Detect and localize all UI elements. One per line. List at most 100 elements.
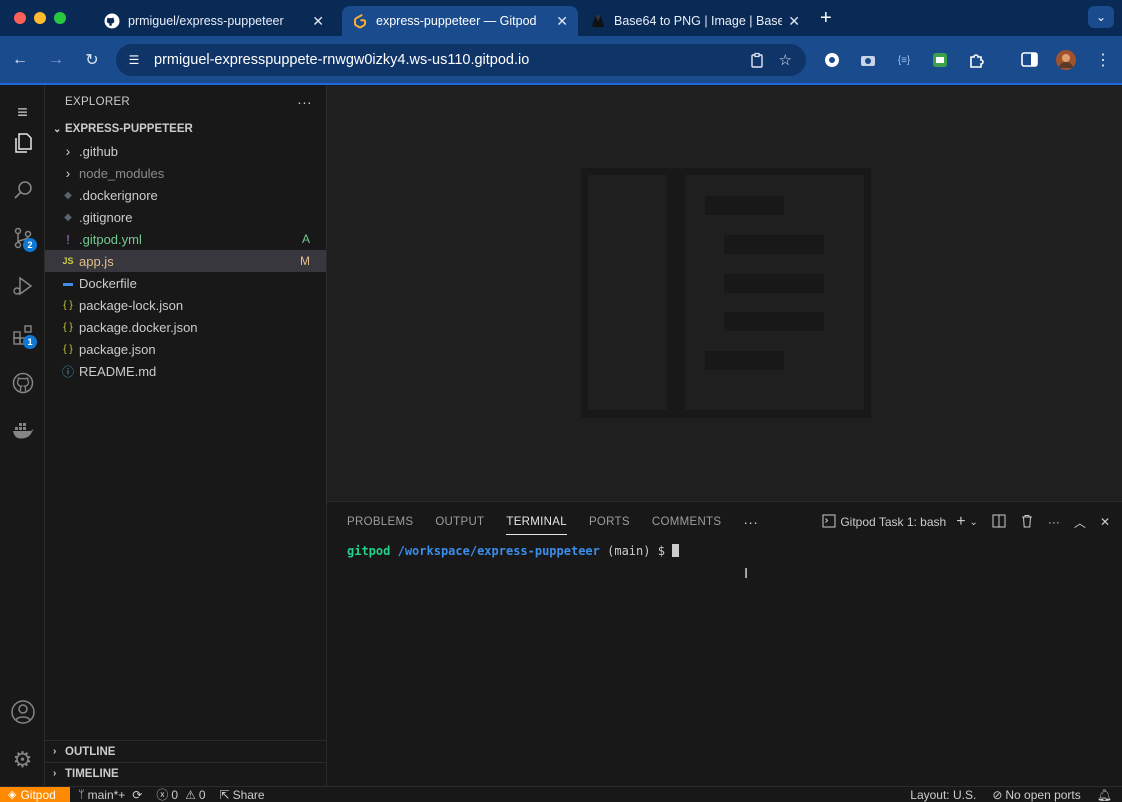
- forward-icon[interactable]: →: [38, 51, 74, 69]
- explorer-files-icon[interactable]: [0, 123, 45, 163]
- trash-icon[interactable]: [1020, 514, 1034, 531]
- share-status[interactable]: ⇱ Share: [220, 788, 265, 802]
- back-icon[interactable]: ←: [2, 51, 38, 69]
- split-terminal-icon[interactable]: [992, 514, 1006, 531]
- extension-icon[interactable]: [822, 50, 842, 70]
- maximize-window-button[interactable]: [54, 12, 66, 24]
- chevron-right-icon: ›: [53, 768, 57, 779]
- tab-output[interactable]: OUTPUT: [435, 502, 484, 542]
- file-row[interactable]: › node_modules: [45, 162, 326, 184]
- close-tab-icon[interactable]: ✕: [312, 13, 324, 30]
- workspace-folder[interactable]: ⌄ EXPRESS-PUPPETEER: [45, 118, 326, 140]
- editor-area[interactable]: [327, 85, 1122, 501]
- run-debug-icon[interactable]: [0, 266, 45, 306]
- tab-label: Base64 to PNG | Image | Base: [614, 14, 783, 28]
- browser-menu-icon[interactable]: ⋮: [1093, 50, 1113, 70]
- clipboard-icon[interactable]: [749, 52, 765, 68]
- chevron-right-icon: ›: [65, 143, 71, 159]
- tab-comments[interactable]: COMMENTS: [652, 502, 721, 542]
- explorer-title: EXPLORER: [65, 95, 131, 108]
- remote-indicator[interactable]: ◈ Gitpod: [0, 786, 70, 802]
- tab-problems[interactable]: PROBLEMS: [347, 502, 413, 542]
- browser-tab-base64[interactable]: Base64 to PNG | Image | Base ✕: [580, 6, 810, 36]
- address-bar[interactable]: ☰ prmiguel-expresspuppete-rnwgw0izky4.ws…: [116, 44, 806, 76]
- more-tabs-icon[interactable]: ···: [743, 502, 758, 542]
- new-terminal-icon[interactable]: +: [956, 513, 965, 531]
- git-branch-icon: ᛘ: [78, 788, 85, 801]
- close-tab-icon[interactable]: ✕: [788, 13, 800, 30]
- file-row[interactable]: ◆ .gitignore: [45, 206, 326, 228]
- file-row[interactable]: ⓘ README.md: [45, 360, 326, 382]
- file-row[interactable]: { } package.docker.json: [45, 316, 326, 338]
- github-icon: [104, 13, 120, 29]
- file-row[interactable]: { } package.json: [45, 338, 326, 360]
- warning-count: 0: [198, 787, 206, 802]
- file-row[interactable]: { } package-lock.json: [45, 294, 326, 316]
- tab-label: express-puppeteer — Gitpod: [376, 14, 537, 28]
- chevron-right-icon: ›: [53, 746, 57, 757]
- file-row[interactable]: ! .gitpod.yml A: [45, 228, 326, 250]
- close-tab-icon[interactable]: ✕: [556, 13, 568, 30]
- tab-label: prmiguel/express-puppeteer: [128, 14, 284, 28]
- more-actions-icon[interactable]: ···: [297, 94, 312, 110]
- timeline-label: TIMELINE: [65, 767, 119, 780]
- file-row[interactable]: ◆ .dockerignore: [45, 184, 326, 206]
- browser-tab-gitpod[interactable]: express-puppeteer — Gitpod ✕: [342, 6, 578, 36]
- url-text: prmiguel-expresspuppete-rnwgw0izky4.ws-u…: [154, 52, 530, 68]
- notifications-bell-icon[interactable]: 🔔︎: [1097, 788, 1112, 802]
- share-label: Share: [232, 787, 265, 802]
- accounts-icon[interactable]: [0, 692, 45, 732]
- terminal-name[interactable]: Gitpod Task 1: bash: [840, 515, 946, 529]
- ports-status[interactable]: ⊘ No open ports: [992, 788, 1080, 802]
- extensions-icon[interactable]: 1: [0, 315, 45, 355]
- tab-ports[interactable]: PORTS: [589, 502, 630, 542]
- json-file-icon: { }: [63, 321, 73, 333]
- puzzle-extensions-icon[interactable]: [967, 50, 987, 70]
- settings-gear-icon[interactable]: ⚙: [0, 740, 45, 780]
- bookmark-star-icon[interactable]: ☆: [779, 51, 792, 69]
- docker-icon[interactable]: [0, 411, 45, 451]
- terminal-output[interactable]: gitpod /workspace/express-puppeteer (mai…: [327, 544, 1122, 558]
- avatar[interactable]: [1056, 50, 1076, 70]
- explorer-sidebar: EXPLORER ··· ⌄ EXPRESS-PUPPETEER › .githu…: [45, 85, 327, 786]
- terminal-cursor: [672, 544, 680, 557]
- new-tab-icon[interactable]: +: [820, 7, 832, 30]
- camera-extension-icon[interactable]: [858, 50, 878, 70]
- branch-label: main*+: [87, 787, 126, 802]
- file-tree: › .github › node_modules ◆ .dockerignore ◆ .git…: [45, 140, 326, 382]
- github-icon[interactable]: [0, 363, 45, 403]
- tab-search-icon[interactable]: ⌄: [1088, 6, 1114, 28]
- green-extension-icon[interactable]: [930, 50, 950, 70]
- search-icon[interactable]: [0, 170, 45, 210]
- site-info-icon[interactable]: ☰: [122, 53, 146, 67]
- file-label: .dockerignore: [79, 187, 158, 203]
- gitpod-icon: [354, 14, 366, 29]
- browser-tab-github[interactable]: prmiguel/express-puppeteer ✕: [94, 6, 334, 36]
- file-label: package.docker.json: [79, 319, 198, 335]
- close-panel-icon[interactable]: ✕: [1100, 515, 1110, 529]
- prompt-branch: (main) $: [607, 544, 665, 558]
- keyboard-layout[interactable]: Layout: U.S.: [910, 788, 976, 802]
- file-row[interactable]: › .github: [45, 140, 326, 162]
- reload-icon[interactable]: ↻: [74, 50, 110, 70]
- chevron-right-icon: ›: [65, 165, 71, 181]
- maximize-panel-icon[interactable]: ︿: [1074, 514, 1086, 531]
- json-file-icon: { }: [63, 343, 73, 355]
- json-extension-icon[interactable]: {≡}: [894, 50, 914, 70]
- base64-site-icon: [592, 15, 604, 27]
- more-actions-icon[interactable]: ···: [1048, 515, 1060, 529]
- branch-status[interactable]: ᛘ main*+ ⟳: [78, 788, 142, 802]
- share-icon: ⇱: [219, 787, 230, 802]
- close-window-button[interactable]: [14, 12, 26, 24]
- tab-terminal[interactable]: TERMINAL: [506, 502, 567, 542]
- timeline-section[interactable]: › TIMELINE: [45, 762, 327, 784]
- problems-status[interactable]: ⓧ 0 ⚠ 0: [156, 786, 205, 802]
- outline-section[interactable]: › OUTLINE: [45, 740, 327, 762]
- file-row[interactable]: JS app.js M: [45, 250, 326, 272]
- source-control-icon[interactable]: 2: [0, 218, 45, 258]
- side-panel-icon[interactable]: [1020, 50, 1040, 70]
- minimize-window-button[interactable]: [34, 12, 46, 24]
- git-file-icon: ◆: [64, 211, 72, 223]
- file-row[interactable]: ▬ Dockerfile: [45, 272, 326, 294]
- chevron-down-icon[interactable]: ⌄: [970, 517, 978, 528]
